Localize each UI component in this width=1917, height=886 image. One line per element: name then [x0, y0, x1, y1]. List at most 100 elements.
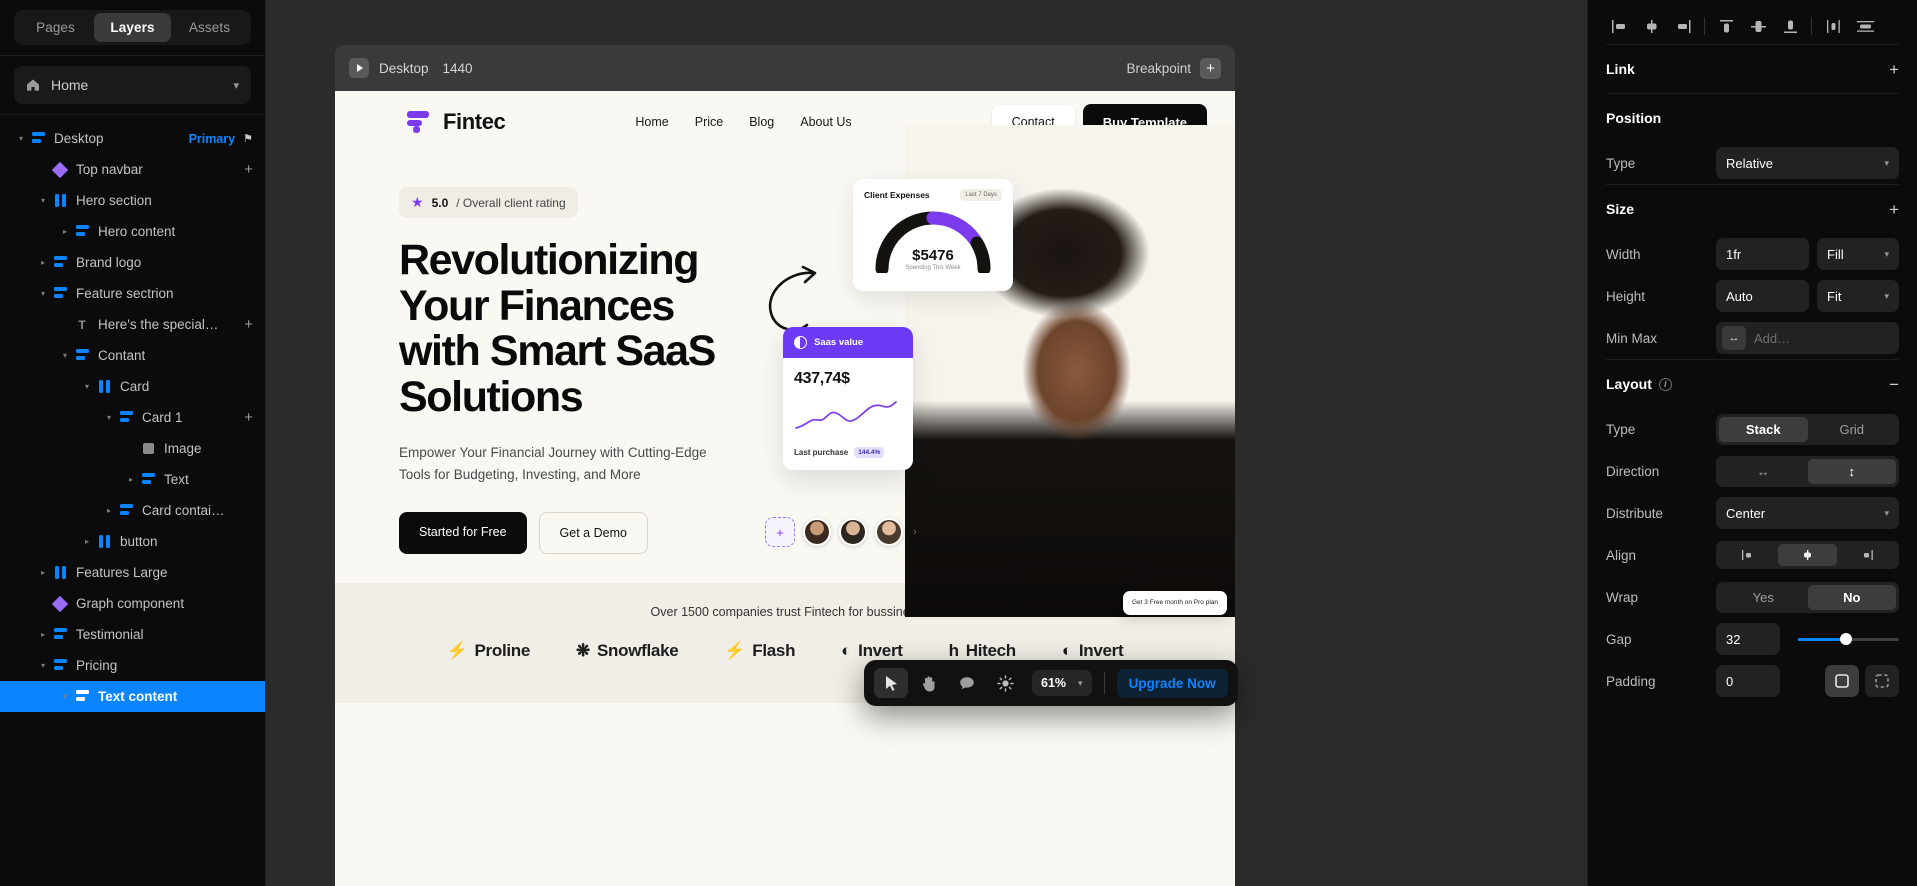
page-selector-home[interactable]: Home ▾ [14, 66, 251, 104]
width-input[interactable]: 1fr [1716, 238, 1809, 270]
align-end-icon[interactable] [1837, 544, 1896, 566]
twisty-expanded-icon[interactable] [102, 414, 116, 422]
layer-node-graph-component[interactable]: Graph component [0, 588, 265, 619]
nav-link-home[interactable]: Home [635, 115, 668, 129]
wrap-yes[interactable]: Yes [1719, 585, 1808, 610]
twisty-expanded-icon[interactable] [14, 135, 28, 143]
comment-tool-button[interactable] [950, 668, 984, 698]
gap-input[interactable]: 32 [1716, 623, 1780, 655]
align-top-icon[interactable] [1713, 14, 1739, 38]
minmax-input[interactable]: ↔ Add… [1716, 322, 1899, 354]
height-input[interactable]: Auto [1716, 280, 1809, 312]
design-canvas[interactable]: Desktop 1440 Breakpoint + Fintec Home Pr… [266, 0, 1587, 886]
twisty-collapsed-icon[interactable] [36, 631, 50, 639]
layer-node-button[interactable]: button [0, 526, 265, 557]
add-avatar-button[interactable]: + [765, 517, 795, 547]
upgrade-now-button[interactable]: Upgrade Now [1116, 668, 1228, 698]
align-left-icon[interactable] [1606, 14, 1632, 38]
twisty-collapsed-icon[interactable] [102, 507, 116, 515]
align-bottom-icon[interactable] [1777, 14, 1803, 38]
layer-node-card-contai[interactable]: Card contai… [0, 495, 265, 526]
layer-node-here-s-the-special[interactable]: T Here's the special… + [0, 309, 265, 340]
artboard-preview[interactable]: Fintec Home Price Blog About Us Contact … [335, 91, 1235, 886]
align-center-icon[interactable] [1778, 544, 1837, 566]
gap-slider-knob[interactable] [1840, 633, 1853, 645]
padding-individual-icon[interactable] [1865, 665, 1899, 697]
align-middle-vertical-icon[interactable] [1745, 14, 1771, 38]
add-breakpoint-button[interactable]: + [1200, 57, 1221, 79]
site-brand[interactable]: Fintec [407, 109, 506, 135]
twisty-collapsed-icon[interactable] [80, 538, 94, 546]
layer-node-card-1[interactable]: Card 1 + [0, 402, 265, 433]
get-a-demo-button[interactable]: Get a Demo [538, 512, 648, 555]
gap-slider[interactable] [1788, 623, 1899, 655]
padding-input[interactable]: 0 [1716, 665, 1780, 697]
layer-node-feature-sectrion[interactable]: Feature sectrion [0, 278, 265, 309]
chevron-down-icon[interactable]: ▾ [233, 79, 239, 92]
twisty-expanded-icon[interactable] [36, 662, 50, 670]
align-center-horizontal-icon[interactable] [1638, 14, 1664, 38]
layer-node-card[interactable]: Card [0, 371, 265, 402]
theme-tool-button[interactable] [988, 668, 1022, 698]
layer-node-desktop[interactable]: Desktop Primary ⚑ [0, 123, 265, 154]
layer-node-testimonial[interactable]: Testimonial [0, 619, 265, 650]
layer-node-text-content[interactable]: Text content [0, 681, 265, 712]
started-for-free-button[interactable]: Started for Free [399, 512, 527, 555]
wrap-no[interactable]: No [1807, 584, 1896, 610]
layout-type-grid[interactable]: Grid [1808, 417, 1897, 442]
padding-uniform-icon[interactable] [1825, 665, 1859, 697]
layer-node-hero-section[interactable]: Hero section [0, 185, 265, 216]
layer-node-top-navbar[interactable]: Top navbar + [0, 154, 265, 185]
layer-node-pricing[interactable]: Pricing [0, 650, 265, 681]
tab-layers[interactable]: Layers [94, 13, 171, 42]
nav-link-blog[interactable]: Blog [749, 115, 774, 129]
layout-type-stack[interactable]: Stack [1719, 416, 1808, 442]
height-mode-select[interactable]: Fit ▾ [1817, 280, 1899, 312]
avatar-more-chevron-icon[interactable]: › [913, 526, 917, 538]
position-type-select[interactable]: Relative ▾ [1716, 147, 1899, 179]
artboard-name[interactable]: Desktop [379, 61, 429, 76]
layer-node-contant[interactable]: Contant [0, 340, 265, 371]
collapse-layout-button[interactable]: − [1889, 376, 1899, 393]
direction-vertical-icon[interactable]: ↕ [1807, 458, 1896, 484]
pin-icon[interactable]: ⚑ [243, 132, 253, 145]
layer-add-button[interactable]: + [244, 317, 253, 332]
hand-tool-button[interactable] [912, 668, 946, 698]
twisty-expanded-icon[interactable] [36, 290, 50, 298]
twisty-collapsed-icon[interactable] [124, 476, 138, 484]
layer-add-button[interactable]: + [244, 162, 253, 177]
tab-pages[interactable]: Pages [17, 13, 94, 42]
tab-assets[interactable]: Assets [171, 13, 248, 42]
distribute-vertical-icon[interactable] [1852, 14, 1878, 38]
twisty-expanded-icon[interactable] [36, 197, 50, 205]
twisty-collapsed-icon[interactable] [58, 228, 72, 236]
add-size-button[interactable]: + [1889, 201, 1899, 218]
artboard-width[interactable]: 1440 [443, 61, 473, 76]
twisty-collapsed-icon[interactable] [36, 569, 50, 577]
cursor-tool-button[interactable] [874, 668, 908, 698]
layer-node-brand-logo[interactable]: Brand logo [0, 247, 265, 278]
layer-add-button[interactable]: + [244, 410, 253, 425]
info-icon[interactable]: i [1658, 377, 1672, 391]
preview-play-button[interactable] [349, 58, 369, 78]
nav-link-price[interactable]: Price [695, 115, 723, 129]
direction-horizontal-icon[interactable]: ↔ [1719, 459, 1808, 484]
distribute-select[interactable]: Center ▾ [1716, 497, 1899, 529]
expenses-period-chip[interactable]: Last 7 Days [960, 189, 1002, 201]
align-right-icon[interactable] [1670, 14, 1696, 38]
zoom-level-dropdown[interactable]: 61% ▾ [1032, 670, 1092, 696]
twisty-expanded-icon[interactable] [80, 383, 94, 391]
twisty-expanded-icon[interactable] [58, 352, 72, 360]
align-start-icon[interactable] [1719, 544, 1778, 566]
layer-node-text[interactable]: Text [0, 464, 265, 495]
width-mode-select[interactable]: Fill ▾ [1817, 238, 1899, 270]
layer-node-hero-content[interactable]: Hero content [0, 216, 265, 247]
add-link-button[interactable]: + [1889, 61, 1899, 78]
distribute-horizontal-icon[interactable] [1820, 14, 1846, 38]
nav-link-about[interactable]: About Us [800, 115, 851, 129]
twisty-collapsed-icon[interactable] [36, 259, 50, 267]
gap-slider-track[interactable] [1798, 633, 1899, 645]
twisty-expanded-icon[interactable] [58, 693, 72, 701]
layer-node-features-large[interactable]: Features Large [0, 557, 265, 588]
layer-node-image[interactable]: Image [0, 433, 265, 464]
